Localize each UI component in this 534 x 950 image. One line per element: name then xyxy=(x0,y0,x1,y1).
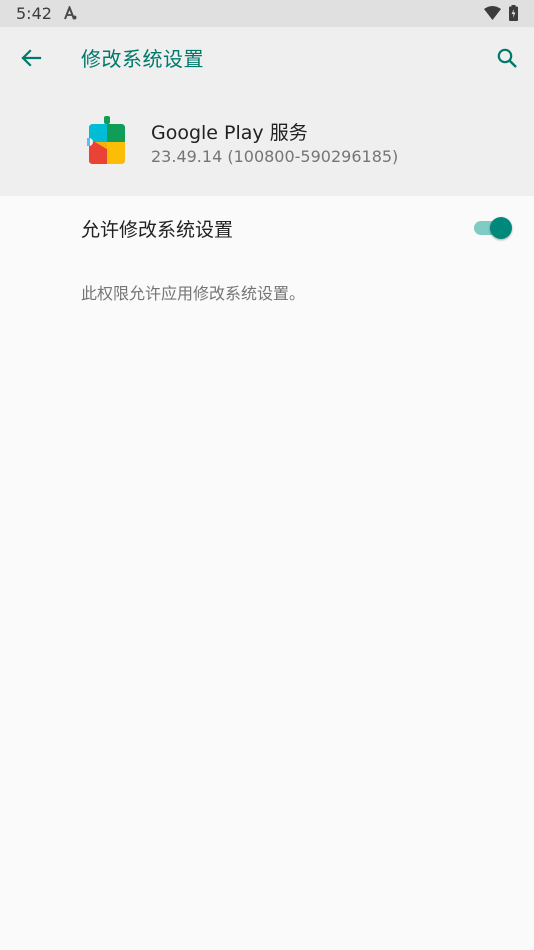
status-bar: 5:42 xyxy=(0,0,534,27)
app-header: Google Play 服务 23.49.14 (100800-59029618… xyxy=(0,89,534,196)
back-button[interactable] xyxy=(14,41,48,75)
app-bar: 修改系统设置 xyxy=(0,27,534,89)
app-name: Google Play 服务 xyxy=(151,122,308,144)
battery-charging-icon xyxy=(509,5,518,21)
toggle-thumb xyxy=(490,217,512,239)
bottom-edge xyxy=(0,942,534,950)
arrow-left-icon xyxy=(21,49,42,67)
wifi-icon xyxy=(484,6,501,20)
status-time: 5:42 xyxy=(16,4,52,23)
app-version: 23.49.14 (100800-590296185) xyxy=(151,147,399,166)
google-play-services-icon xyxy=(87,116,125,164)
allow-modify-settings-toggle[interactable] xyxy=(472,215,514,241)
accessibility-a-icon xyxy=(64,6,77,20)
allow-modify-settings-row[interactable]: 允许修改系统设置 xyxy=(0,196,534,260)
search-icon xyxy=(497,48,517,68)
search-button[interactable] xyxy=(490,41,524,75)
page-title: 修改系统设置 xyxy=(81,47,204,71)
setting-label: 允许修改系统设置 xyxy=(81,219,234,241)
permission-description: 此权限允许应用修改系统设置。 xyxy=(81,284,306,303)
